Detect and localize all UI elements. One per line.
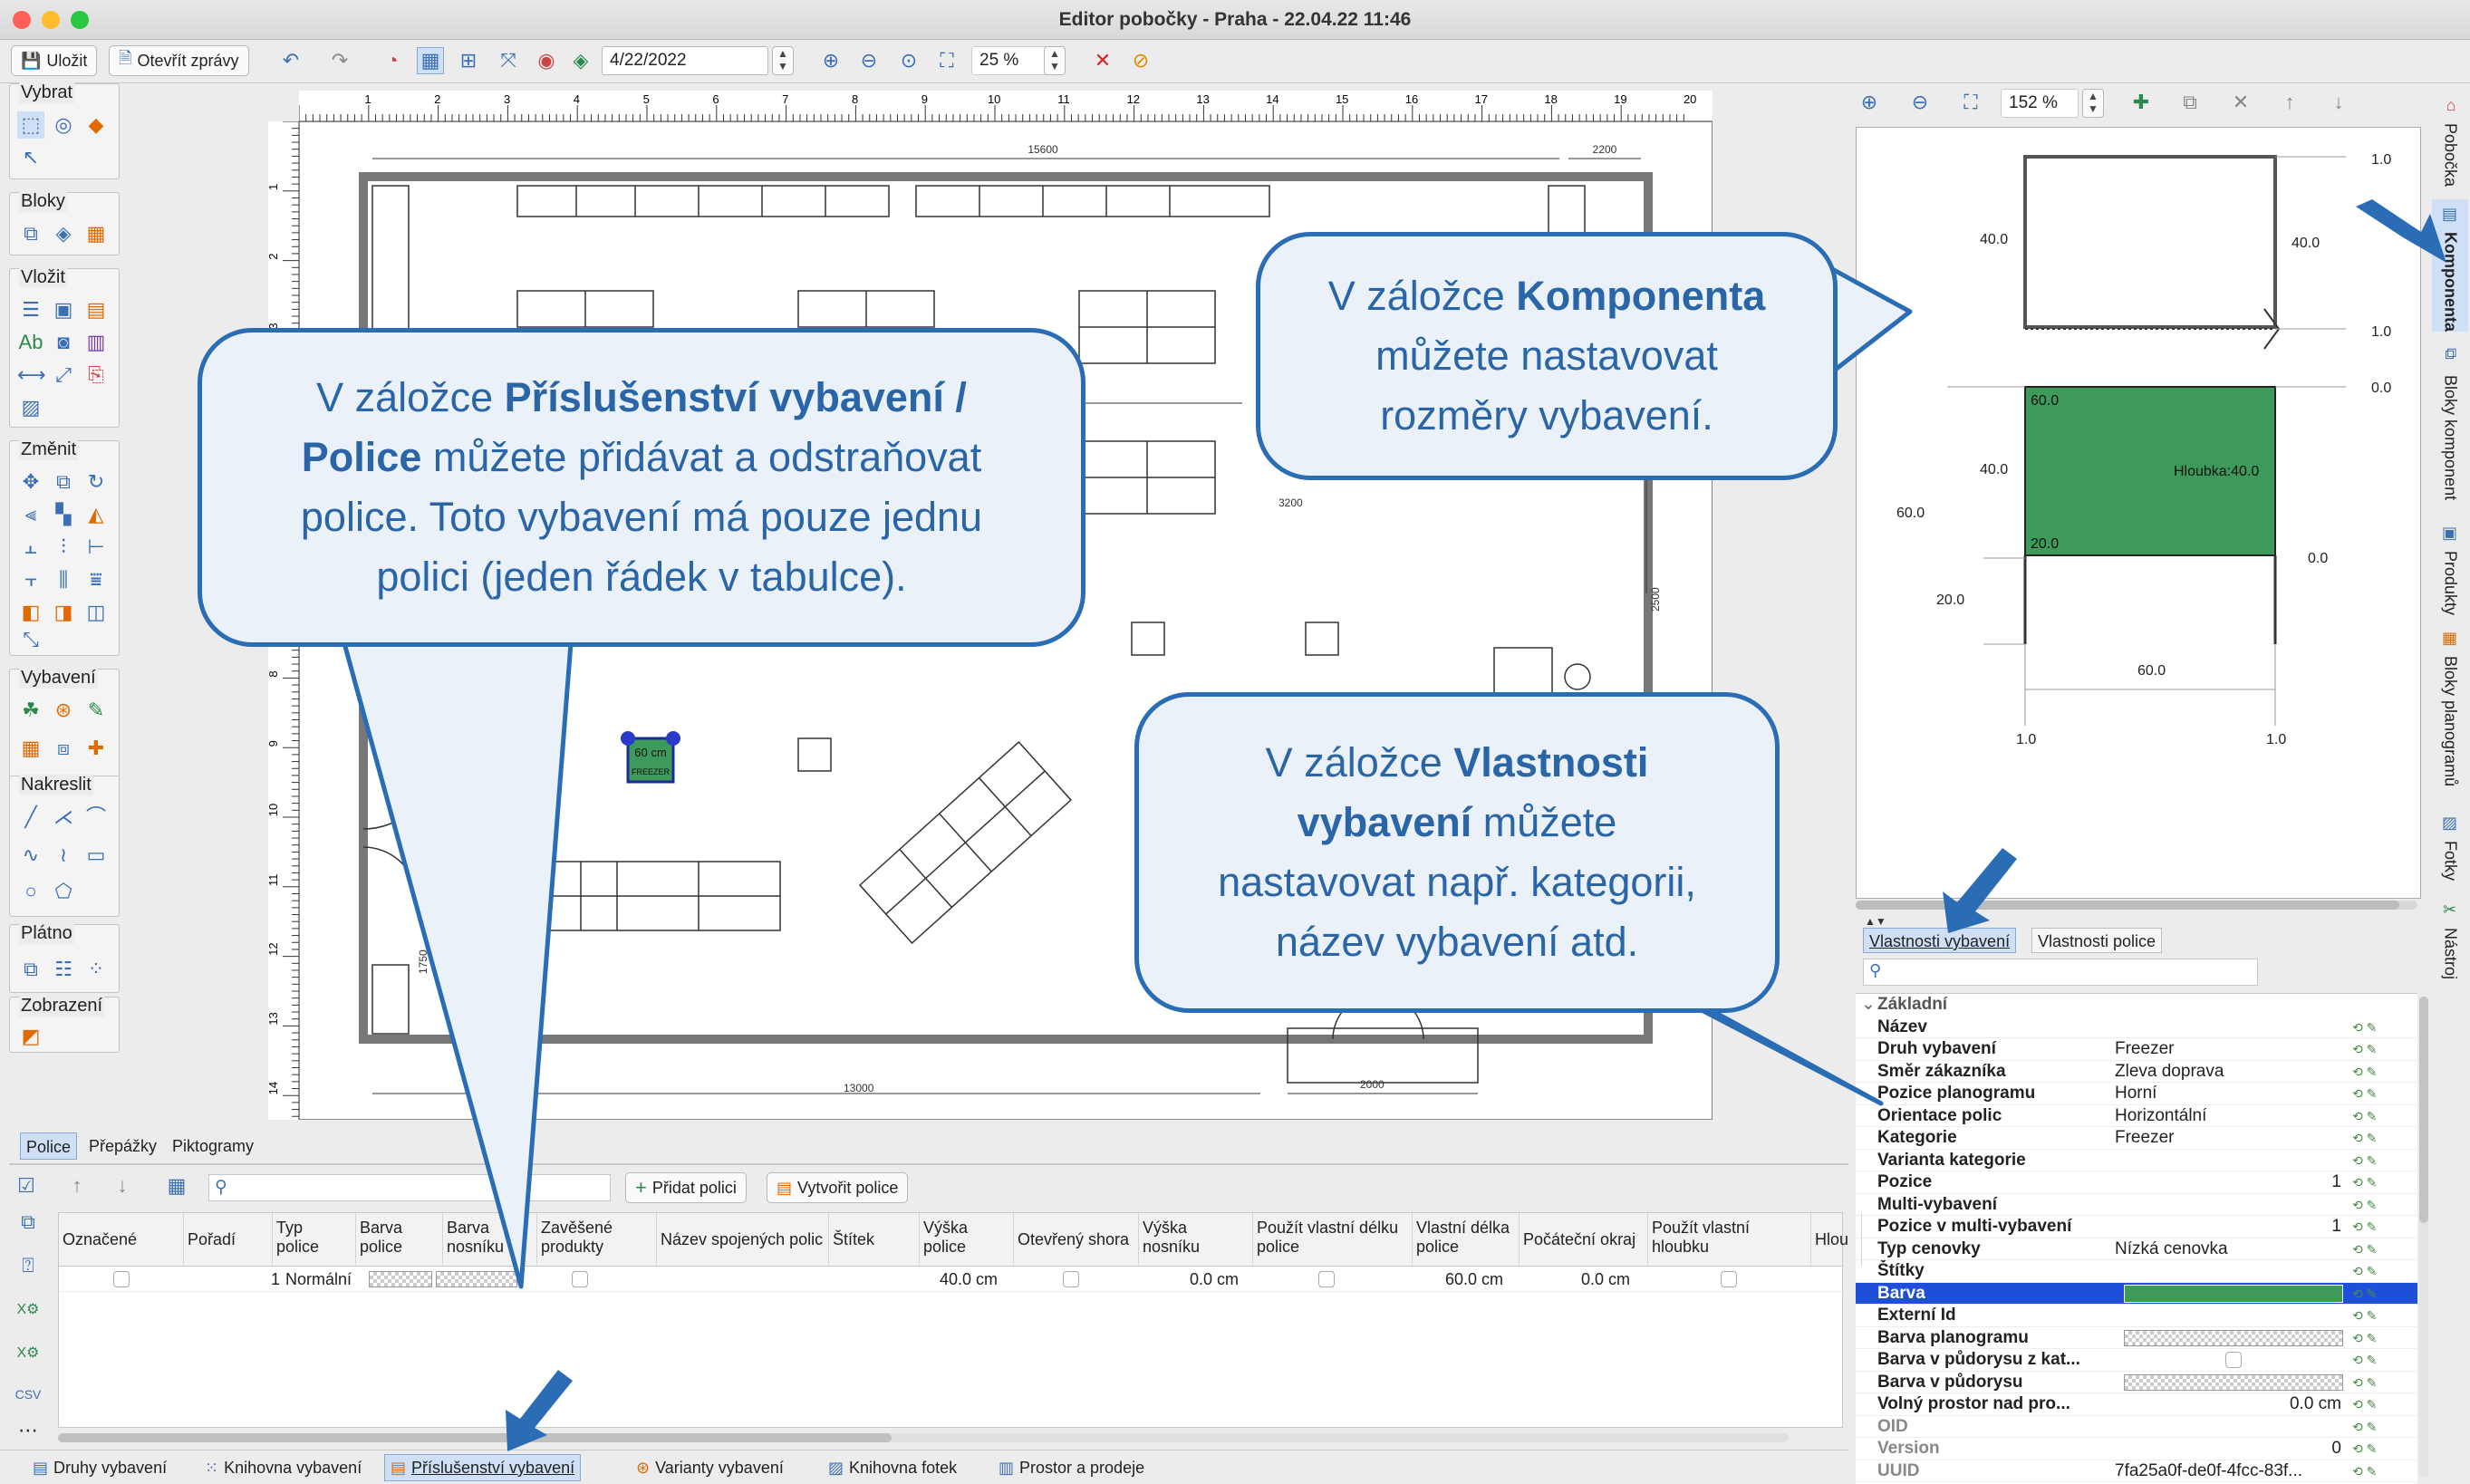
callout-component: V záložce Komponenta můžete nastavovat r… (1256, 232, 1838, 480)
arrow-to-properties-tab-icon (1943, 848, 2017, 933)
callout-properties: V záložce Vlastnosti vybavení můžete nas… (1134, 692, 1780, 1013)
arrow-to-accessories-tab-icon (506, 1370, 573, 1451)
arrow-to-komponenta-icon (2356, 199, 2446, 263)
callout-1-pointer (342, 641, 574, 1289)
callout-accessories: V záložce Příslušenství vybavení / Polic… (198, 328, 1085, 647)
